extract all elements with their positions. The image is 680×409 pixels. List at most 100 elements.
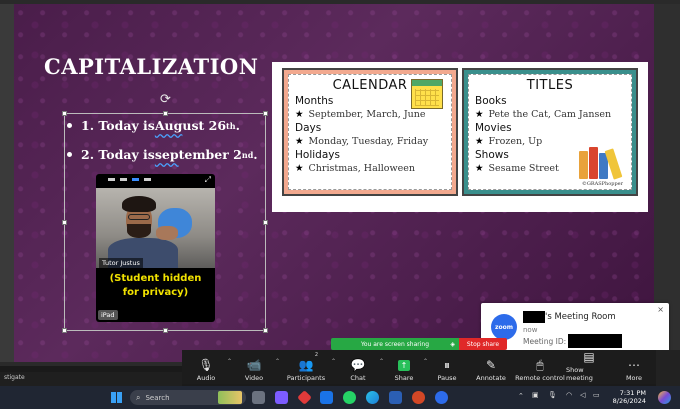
bullet-list[interactable]: 1. Today is Aug ust 26 th . 2. Today is … [67,118,258,176]
close-icon[interactable]: × [657,305,664,314]
toolbar-label: Share [394,374,414,382]
spellcheck-mark: Aug [154,118,183,133]
app-icon[interactable] [297,390,312,405]
pause-icon: ⏸ [443,358,450,372]
word-app-icon[interactable] [389,391,402,404]
person-beard [127,224,151,238]
star-icon: ★ [295,136,304,147]
gallery-grid-icon[interactable] [144,177,151,181]
share-screen-icon: ↑ [398,360,410,371]
background-window-strip [656,350,680,386]
star-icon: ★ [475,163,484,174]
meeting-id-row: Meeting ID: [523,334,623,348]
view-toggle-icon[interactable] [108,177,115,181]
stop-share-label: Stop share [466,340,500,348]
wifi-icon[interactable]: ◠ [566,391,572,399]
video-tile[interactable]: ⤢ Tutor Justus (Student hidden for priva… [96,174,215,322]
more-button[interactable]: ⋯ More [612,350,656,384]
meeting-room-suffix: 's Meeting Room [545,312,616,322]
example-line: ★ Monday, Tuesday, Friday [295,135,445,149]
titles-card: TITLES Books ★ Pete the Cat, Cam Jansen M… [462,68,638,196]
calendar-card: CALENDAR Months ★ September, March, June … [282,68,458,196]
tray-app-icon[interactable]: ▣ [532,391,539,399]
resize-handle-top-left[interactable] [62,111,67,116]
audio-button[interactable]: 🎙 ⌃ Audio [182,350,232,384]
video-button[interactable]: 📹 ⌃ Video [230,350,280,384]
battery-icon[interactable]: ▭ [593,391,600,399]
category-heading: Books [475,95,507,107]
stop-share-button[interactable]: Stop share [459,338,507,350]
microphone-icon[interactable]: 🎙 [548,391,557,399]
device-label: iPad [98,310,118,320]
teams-app-icon[interactable] [275,391,288,404]
zoom-logo-icon: zoom [491,314,517,340]
example-text: Frozen, Up [488,136,543,147]
toolbar-label: Chat [350,374,366,382]
share-button[interactable]: ↑ ⌃ Share [382,350,428,384]
annotate-button[interactable]: ✎ Annotate [468,350,514,384]
participants-count-badge: 2 [314,352,318,358]
clock-date: 8/26/2024 [612,397,646,405]
person-glasses [128,214,150,220]
example-text: Pete the Cat, Cam Jansen [488,109,612,120]
example-line: ★ Pete the Cat, Cam Jansen [475,108,625,122]
copilot-icon[interactable] [658,391,671,404]
resize-handle-left[interactable] [62,220,67,225]
resize-handle-right[interactable] [263,220,268,225]
category-heading: Holidays [295,149,340,161]
meeting-room-name: 's Meeting Room [523,311,616,323]
toolbar-label: Show meeting [566,366,593,382]
bullet-text: . [235,118,240,133]
resize-handle-top-right[interactable] [263,111,268,116]
whatsapp-app-icon[interactable] [343,391,356,404]
show-meeting-button[interactable]: ▤ Show meeting [566,350,612,384]
toolbar-label: Pause [437,374,457,382]
resize-handle-bottom[interactable] [163,328,168,333]
powerpoint-app-icon[interactable] [412,391,425,404]
zoom-app-icon[interactable] [435,391,448,404]
copyright-text: ©GRASPhopper [581,181,623,187]
windows-taskbar: ⌕ Search ⌃ ▣ 🎙 ◠ ◁ ▭ 7:31 PM 8/26/2024 [0,386,680,409]
bullet-dot [67,123,72,128]
bullet-dot [67,152,72,157]
star-icon: ★ [475,136,484,147]
participants-button[interactable]: 2 👥 ⌃ Participants [278,350,336,384]
chevron-up-icon[interactable]: ⌃ [518,392,524,400]
windows-start-icon[interactable] [111,392,122,403]
toolbar-label: More [625,374,643,382]
hidden-note-line: for privacy) [122,287,189,298]
card-title: TITLES [526,78,574,93]
remote-control-button[interactable]: 🖱 Remote control [514,350,566,384]
resize-handle-bottom-right[interactable] [263,328,268,333]
chat-button[interactable]: 💬 ⌃ Chat [334,350,384,384]
taskbar-clock[interactable]: 7:31 PM 8/26/2024 [604,389,646,405]
meeting-notification[interactable]: × zoom 's Meeting Room now Meeting ID: [481,303,669,355]
speaker-icon[interactable]: ◁ [580,391,585,399]
background-window-strip: stigate [0,372,182,386]
video-view-controls [96,174,215,184]
expand-icon[interactable]: ⤢ [205,175,211,185]
titles-card-inner: TITLES Books ★ Pete the Cat, Cam Jansen M… [468,74,632,190]
star-icon: ★ [295,109,304,120]
calendar-icon [411,79,443,109]
pin-icon[interactable]: ◈ [450,341,455,348]
resize-handle-bottom-left[interactable] [62,328,67,333]
chat-icon: 💬 [350,358,366,372]
taskbar-search[interactable]: ⌕ Search [130,390,246,405]
settings-app-icon[interactable] [252,391,265,404]
view-toggle-icon[interactable] [120,177,127,181]
resize-handle-top[interactable] [163,111,168,116]
rotate-handle-icon[interactable]: ⟳ [160,92,171,107]
pause-share-button[interactable]: ⏸ Pause [426,350,468,384]
bullet-text: ust 26 [182,118,227,133]
ordinal-suffix: nd [241,149,254,160]
example-text: Monday, Tuesday, Friday [308,136,429,147]
screen-sharing-text: You are screen sharing [360,340,430,348]
microphone-icon: 🎙 [198,358,214,372]
outlook-app-icon[interactable] [320,391,333,404]
view-toggle-icon[interactable] [132,177,139,181]
example-line: ★ September, March, June [295,108,445,122]
participants-icon: 👥 [298,358,314,372]
toolbar-label: Annotate [476,374,506,382]
edge-browser-icon[interactable] [366,391,379,404]
